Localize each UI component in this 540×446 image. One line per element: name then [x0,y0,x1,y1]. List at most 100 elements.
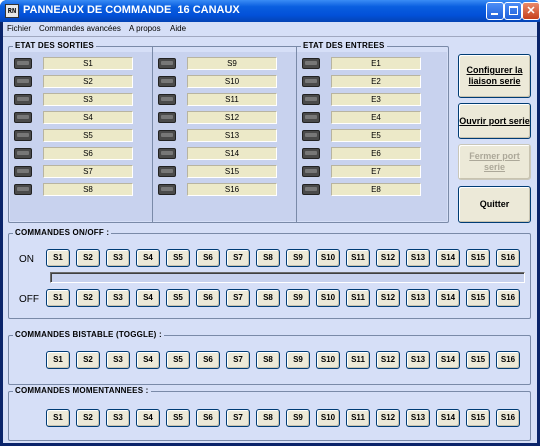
on-label: ON [19,254,34,265]
toggle-button-s6[interactable]: S6 [196,351,220,369]
on-button-s16[interactable]: S16 [496,249,520,267]
on-button-s3[interactable]: S3 [106,249,130,267]
off-button-s5[interactable]: S5 [166,289,190,307]
open-port-label: Ouvrir port serie [459,115,530,126]
on-button-s1[interactable]: S1 [46,249,70,267]
momentary-button-s2[interactable]: S2 [76,409,100,427]
menu-aide[interactable]: Aide [170,24,186,33]
on-button-s14[interactable]: S14 [436,249,460,267]
led-highlight [305,61,317,65]
momentary-button-s10[interactable]: S10 [316,409,340,427]
output-led-indicator [14,76,32,87]
momentary-button-s13[interactable]: S13 [406,409,430,427]
configure-serial-button[interactable]: Configurer la liaison serie [458,54,531,98]
toggle-button-s10[interactable]: S10 [316,351,340,369]
input-led-indicator [302,148,320,159]
led-highlight [17,61,29,65]
toggle-button-s7[interactable]: S7 [226,351,250,369]
toggle-button-s4[interactable]: S4 [136,351,160,369]
on-button-s5[interactable]: S5 [166,249,190,267]
momentary-button-s8[interactable]: S8 [256,409,280,427]
toggle-button-s12[interactable]: S12 [376,351,400,369]
off-button-s1[interactable]: S1 [46,289,70,307]
menu-fichier[interactable]: Fichier [7,24,31,33]
output-channel-label: S10 [187,75,277,88]
momentary-group: COMMANDES MOMENTANNEES : S1 S2 S3 S4 S5 S6 S7 S… [8,386,531,441]
off-button-s16[interactable]: S16 [496,289,520,307]
toggle-button-s14[interactable]: S14 [436,351,460,369]
menu-commandes-avancees[interactable]: Commandes avancées [39,24,121,33]
momentary-button-s12[interactable]: S12 [376,409,400,427]
momentary-button-s1[interactable]: S1 [46,409,70,427]
off-button-s6[interactable]: S6 [196,289,220,307]
on-button-s11[interactable]: S11 [346,249,370,267]
off-button-s12[interactable]: S12 [376,289,400,307]
etat-sorties-title: ETAT DES SORTIES [13,41,96,50]
output-led-indicator [158,76,176,87]
momentary-button-s11[interactable]: S11 [346,409,370,427]
momentary-button-s4[interactable]: S4 [136,409,160,427]
off-button-s4[interactable]: S4 [136,289,160,307]
toggle-button-s15[interactable]: S15 [466,351,490,369]
menu-bar: Fichier Commandes avancées A propos Aide [3,22,537,36]
on-button-s13[interactable]: S13 [406,249,430,267]
momentary-button-s7[interactable]: S7 [226,409,250,427]
on-button-s9[interactable]: S9 [286,249,310,267]
toggle-button-s11[interactable]: S11 [346,351,370,369]
open-port-button[interactable]: Ouvrir port serie [458,103,531,139]
led-highlight [17,169,29,173]
on-button-s12[interactable]: S12 [376,249,400,267]
off-button-s2[interactable]: S2 [76,289,100,307]
led-highlight [305,79,317,83]
on-button-s7[interactable]: S7 [226,249,250,267]
close-port-button[interactable]: Fermer port serie [458,144,531,180]
off-button-s13[interactable]: S13 [406,289,430,307]
quit-button[interactable]: Quitter [458,186,531,223]
toggle-button-s9[interactable]: S9 [286,351,310,369]
maximize-button[interactable] [504,2,522,20]
momentary-button-s15[interactable]: S15 [466,409,490,427]
input-channel-label: E3 [331,93,421,106]
on-button-s4[interactable]: S4 [136,249,160,267]
off-button-s11[interactable]: S11 [346,289,370,307]
on-button-s8[interactable]: S8 [256,249,280,267]
on-button-s2[interactable]: S2 [76,249,100,267]
input-channel-label: E8 [331,183,421,196]
input-channel-label: E6 [331,147,421,160]
toggle-button-s2[interactable]: S2 [76,351,100,369]
toggle-button-s5[interactable]: S5 [166,351,190,369]
momentary-button-s3[interactable]: S3 [106,409,130,427]
led-highlight [17,151,29,155]
input-channel-label: E2 [331,75,421,88]
toggle-button-s1[interactable]: S1 [46,351,70,369]
momentary-button-s16[interactable]: S16 [496,409,520,427]
off-button-s10[interactable]: S10 [316,289,340,307]
toggle-button-s8[interactable]: S8 [256,351,280,369]
off-button-s15[interactable]: S15 [466,289,490,307]
menu-a-propos[interactable]: A propos [129,24,161,33]
output-led-indicator [14,184,32,195]
toggle-button-s13[interactable]: S13 [406,351,430,369]
output-led-indicator [14,94,32,105]
title-bar[interactable]: RN PANNEAUX DE COMMANDE 16 CANAUX ✕ [0,0,540,22]
momentary-button-s6[interactable]: S6 [196,409,220,427]
off-button-s7[interactable]: S7 [226,289,250,307]
on-button-s10[interactable]: S10 [316,249,340,267]
momentary-button-s5[interactable]: S5 [166,409,190,427]
close-button[interactable]: ✕ [522,2,540,20]
minimize-button[interactable] [486,2,504,20]
off-button-s8[interactable]: S8 [256,289,280,307]
app-window: RN PANNEAUX DE COMMANDE 16 CANAUX ✕ Fich… [0,0,540,446]
off-button-s3[interactable]: S3 [106,289,130,307]
input-led-indicator [302,166,320,177]
momentary-button-s9[interactable]: S9 [286,409,310,427]
on-button-s6[interactable]: S6 [196,249,220,267]
toggle-button-s16[interactable]: S16 [496,351,520,369]
off-button-s9[interactable]: S9 [286,289,310,307]
output-led-indicator [14,166,32,177]
led-highlight [305,151,317,155]
toggle-button-s3[interactable]: S3 [106,351,130,369]
momentary-button-s14[interactable]: S14 [436,409,460,427]
off-button-s14[interactable]: S14 [436,289,460,307]
on-button-s15[interactable]: S15 [466,249,490,267]
